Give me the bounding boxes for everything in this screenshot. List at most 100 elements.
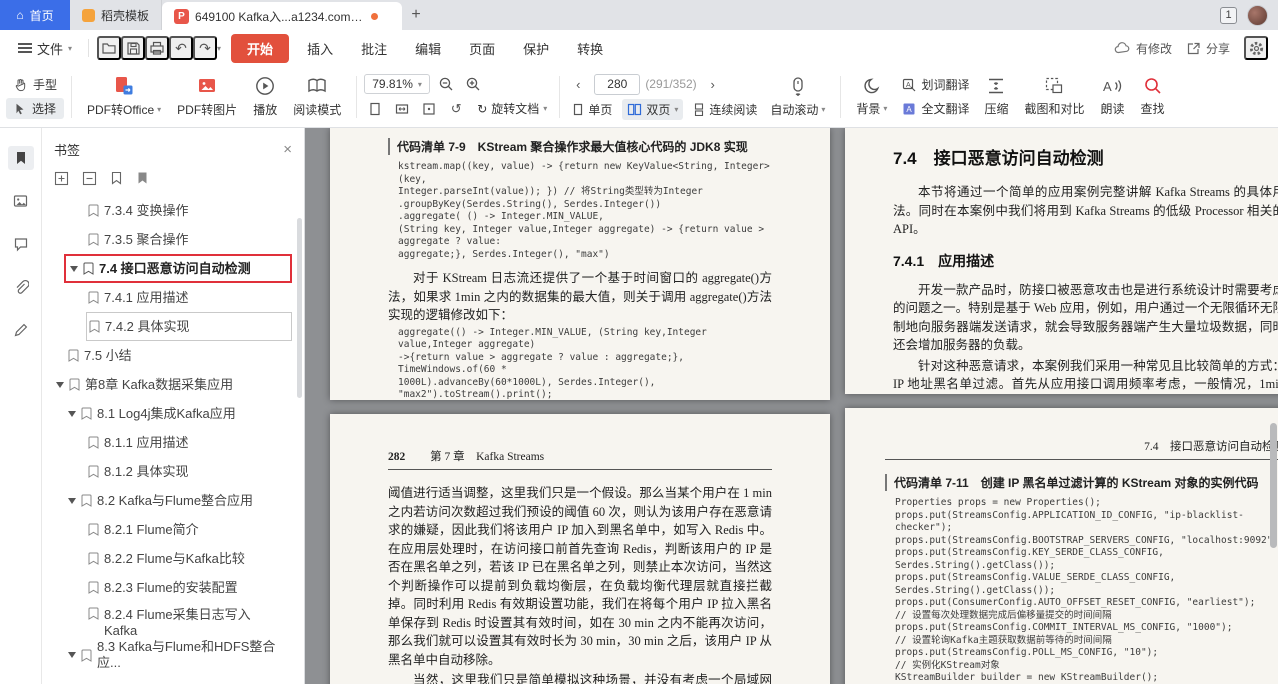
bookmark-settings-button[interactable] [136,171,149,186]
word-translate-button[interactable]: A 划词翻译 [895,74,976,95]
modified-status[interactable]: 有修改 [1114,40,1172,57]
zoom-out-icon [438,76,454,92]
menu-tab-insert[interactable]: 插入 [293,34,347,63]
bookmark-item[interactable]: 7.4.1 应用描述 [88,283,292,312]
home-icon: ⌂ [16,8,23,22]
window-count-badge[interactable]: 1 [1220,7,1237,24]
play-button[interactable]: 播放 [245,72,285,121]
bookmark-item[interactable]: 8.2.2 Flume与Kafka比较 [88,544,292,573]
read-aloud-button[interactable]: A 朗读 [1092,73,1132,120]
bookmark-item[interactable]: 8.1.1 应用描述 [88,428,292,457]
continuous-reading-icon [693,103,705,116]
print-button[interactable] [145,36,169,60]
fit-width-button[interactable] [391,99,413,119]
redo-button[interactable]: ↷ [193,36,217,60]
add-bookmark-button[interactable] [110,171,123,186]
menu-tab-convert[interactable]: 转换 [563,34,617,63]
save-button[interactable] [121,36,145,60]
find-button[interactable]: 查找 [1133,73,1173,120]
menu-tab-start[interactable]: 开始 [231,34,289,63]
settings-gear-icon[interactable] [1244,36,1268,60]
hand-tool-button[interactable]: 手型 [6,74,64,95]
file-menu-label: 文件 [37,39,63,58]
auto-scroll-button[interactable]: 自动滚动▾ [762,72,833,121]
screenshot-compare-button[interactable]: 截图和对比 [1016,73,1092,120]
read-aloud-label: 朗读 [1100,100,1124,117]
file-menu-button[interactable]: 文件 ▾ [10,35,80,62]
rotate-document-button[interactable]: ↻ 旋转文档 ▾ [472,98,552,119]
menu-tab-annotate[interactable]: 批注 [347,34,401,63]
menu-tab-edit[interactable]: 编辑 [401,34,455,63]
bookmark-item[interactable]: 7.5 小结 [68,341,292,370]
new-tab-button[interactable]: + [402,0,430,30]
expand-all-button[interactable] [54,171,69,186]
bookmark-item[interactable]: 7.3.5 聚合操作 [88,225,292,254]
bookmark-item[interactable]: 8.3 Kafka与Flume和HDFS整合应... [68,639,292,671]
tab-home[interactable]: ⌂ 首页 [0,0,70,30]
bookmarks-panel-button[interactable] [8,146,34,170]
bookmark-item[interactable]: 8.2.4 Flume采集日志写入Kafka [88,602,292,639]
expander-icon[interactable] [68,411,76,417]
expander-icon[interactable] [68,498,76,504]
tab-document[interactable]: P 649100 Kafka入...a1234.com.pdf [162,2,402,30]
prev-page-button[interactable]: ‹ [567,74,589,94]
user-avatar[interactable] [1247,5,1268,26]
pdf-to-office-button[interactable]: PDF转Office▾ [79,72,169,121]
scrollbar-track[interactable] [1270,128,1277,684]
bookmark-item[interactable]: 8.1 Log4j集成Kafka应用 [68,399,292,428]
code-listing-title: 代码清单 7-11 创建 IP 黑名单过滤计算的 KStream 对象的实例代码 [885,474,1278,491]
menu-tab-protect[interactable]: 保护 [509,34,563,63]
fit-page-button[interactable] [364,99,386,119]
bookmark-label: 8.2.3 Flume的安装配置 [104,580,238,596]
page-number-input[interactable]: 280 [594,74,640,95]
compress-button[interactable]: 压缩 [976,73,1016,120]
single-page-button[interactable]: 单页 [567,99,617,120]
menu-tab-page[interactable]: 页面 [455,34,509,63]
pdf-page-281[interactable]: 7.4 接口恶意访问自动检测 本节将通过一个简单的应用案例完整讲解 Kafka … [845,128,1278,394]
share-button[interactable]: 分享 [1186,40,1230,57]
pdf-page-280[interactable]: 代码清单 7-9 KStream 聚合操作求最大值核心代码的 JDK8 实现 k… [330,128,830,400]
expander-icon[interactable] [68,652,76,658]
bookmark-item[interactable]: 第8章 Kafka数据采集应用 [56,370,292,399]
pdf-viewer[interactable]: 代码清单 7-9 KStream 聚合操作求最大值核心代码的 JDK8 实现 k… [305,128,1278,684]
actual-size-button[interactable] [418,99,440,119]
expander-icon[interactable] [56,382,64,388]
continuous-reading-button[interactable]: 连续阅读 [688,99,762,120]
next-page-button[interactable]: › [702,74,724,94]
bookmark-item[interactable]: 8.2.3 Flume的安装配置 [88,573,292,602]
reading-mode-button[interactable]: 阅读模式 [285,72,349,121]
bookmark-item[interactable]: 8.2 Kafka与Flume整合应用 [68,486,292,515]
zoom-out-button[interactable] [435,74,457,94]
tab-template[interactable]: 稻壳模板 [70,0,162,30]
zoom-in-button[interactable] [462,74,484,94]
rotate-left-button[interactable]: ↺ [445,99,467,119]
double-page-button[interactable]: 双页 ▾ [622,99,683,120]
comments-panel-button[interactable] [8,232,34,256]
bookmark-item[interactable]: 7.4.2 具体实现 [86,312,292,341]
vertical-scrollbar[interactable] [1270,423,1277,548]
fit-page-icon [368,102,382,116]
zoom-level-select[interactable]: 79.81% ▾ [364,74,430,94]
panel-scrollbar[interactable] [297,218,302,398]
close-panel-button[interactable]: × [283,141,292,158]
collapse-all-button[interactable] [82,171,97,186]
pdf-page-283[interactable]: 7.4 接口恶意访问自动检测 代码清单 7-11 创建 IP 黑名单过滤计算的 … [845,408,1278,684]
bookmark-item[interactable]: 8.1.2 具体实现 [88,457,292,486]
pdf-page-282[interactable]: 282 第 7 章 Kafka Streams 阈值进行适当调整，这里我们只是一… [330,414,830,684]
undo-button[interactable]: ↶ [169,36,193,60]
full-translate-button[interactable]: A 全文翻译 [895,98,976,119]
select-tool-button[interactable]: 选择 [6,98,64,119]
attachments-panel-button[interactable] [8,275,34,299]
background-button[interactable]: 背景▾ [848,73,895,120]
bookmark-item[interactable]: 7.3.4 变换操作 [88,196,292,225]
bookmark-item[interactable]: 8.2.1 Flume简介 [88,515,292,544]
expander-icon[interactable] [70,266,78,272]
thumbnails-panel-button[interactable] [8,189,34,213]
bookmark-icon [88,607,99,620]
pdf-to-image-button[interactable]: PDF转图片 [169,72,245,121]
signature-panel-button[interactable] [8,318,34,342]
open-file-button[interactable] [97,36,121,60]
bookmarks-toolbar [42,165,304,196]
play-icon [254,75,276,97]
bookmark-item-selected[interactable]: 7.4 接口恶意访问自动检测 [64,254,292,283]
